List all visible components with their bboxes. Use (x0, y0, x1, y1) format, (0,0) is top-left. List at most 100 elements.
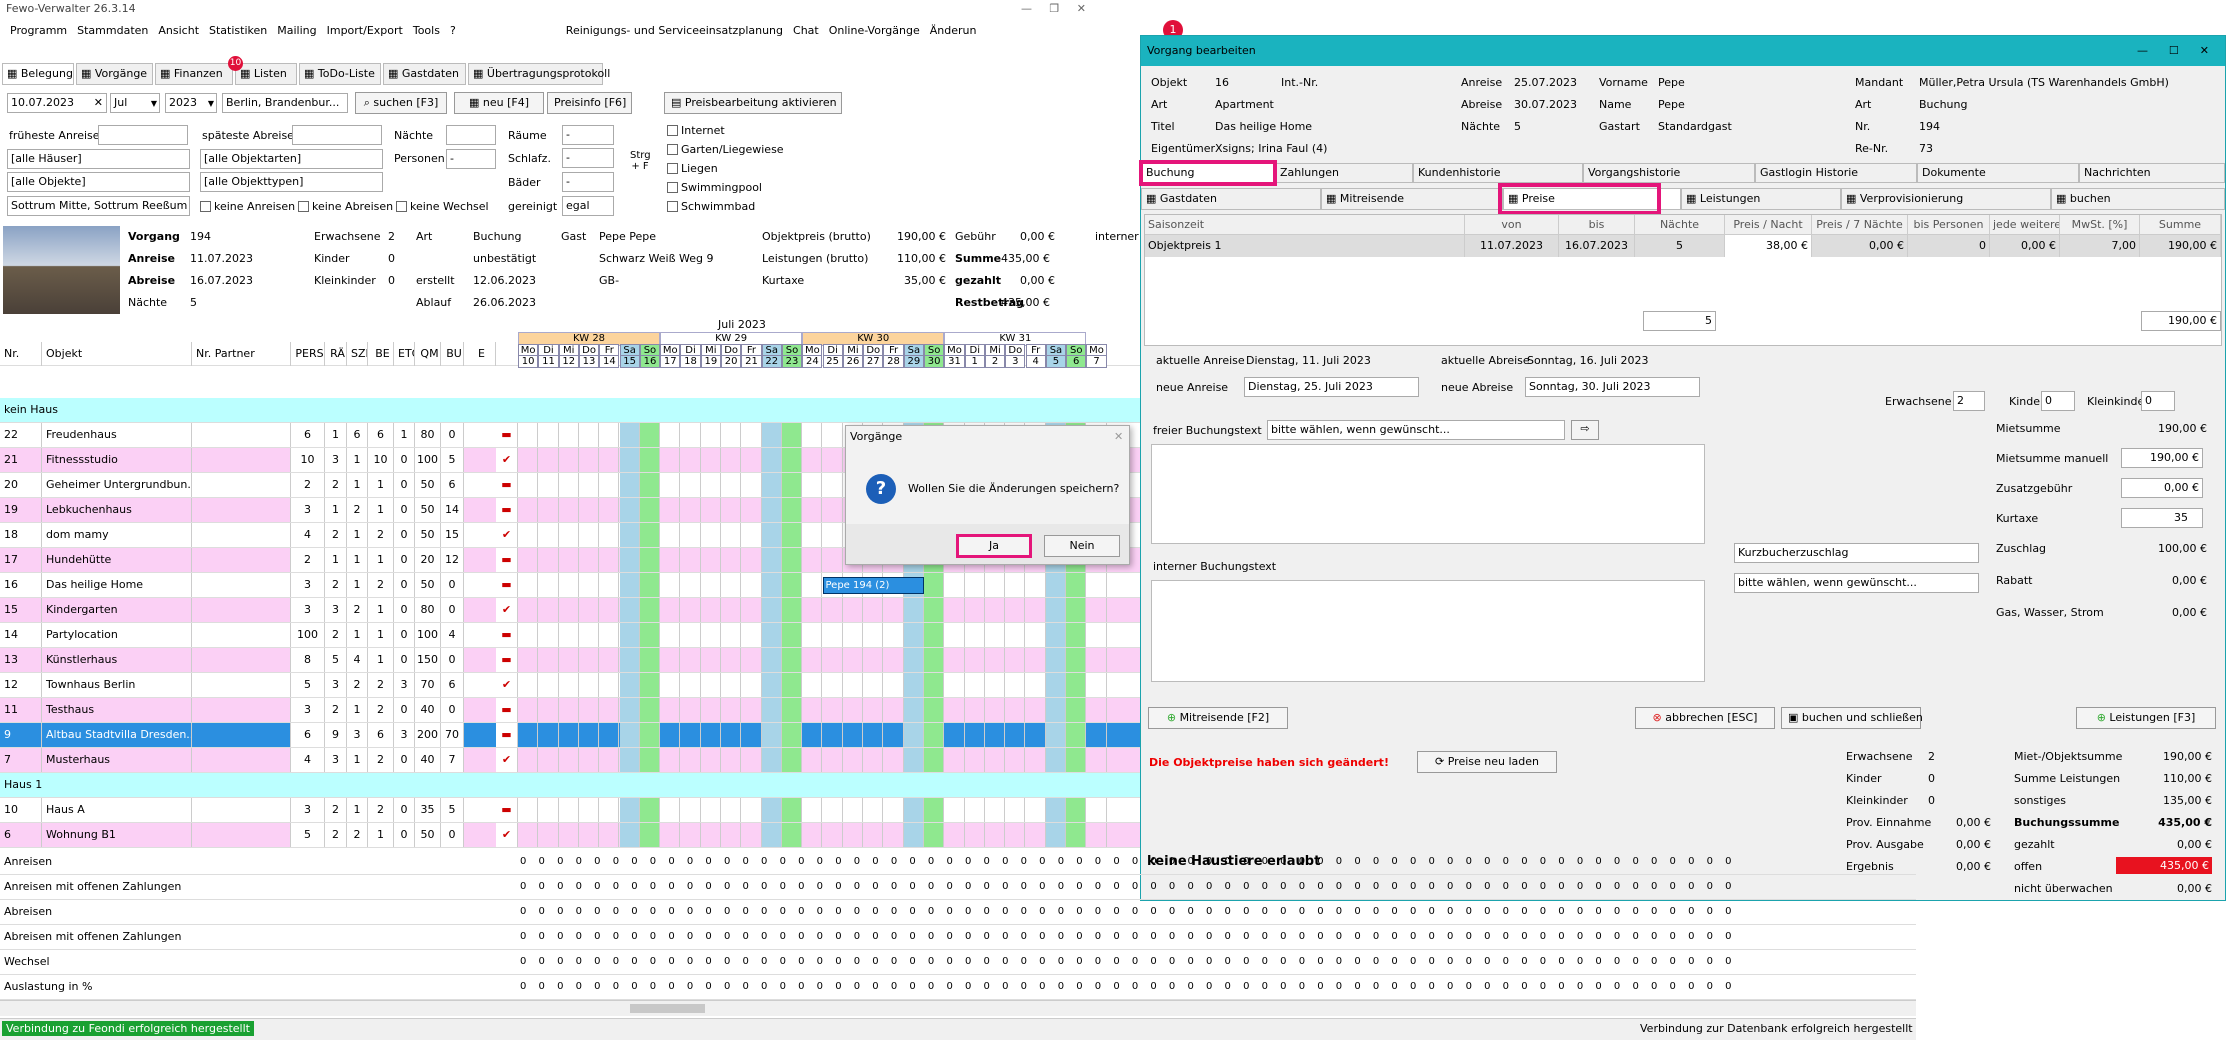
window-controls[interactable]: — ❐ ✕ (1021, 0, 1086, 18)
scrollbar-thumb[interactable] (630, 1004, 705, 1013)
calendar-cell[interactable] (680, 423, 701, 447)
w-subtab-3[interactable]: ▦ Leistungen (1681, 188, 1841, 210)
menu-item[interactable]: Import/Export (327, 24, 403, 37)
calendar-cell[interactable] (781, 748, 803, 772)
kurzbucher-select[interactable]: Kurzbucherzuschlag (1734, 543, 1979, 563)
calendar-cell[interactable] (924, 698, 945, 722)
calendar-cell[interactable] (903, 723, 924, 747)
calendar-cell[interactable] (823, 623, 843, 647)
menu-item[interactable]: Chat (793, 24, 819, 37)
price-col-header[interactable]: Preis / 7 Nächte (1812, 215, 1908, 235)
w-subtab-5[interactable]: ▦ buchen (2051, 188, 2225, 210)
calendar-cell[interactable] (721, 823, 742, 847)
calendar-cell[interactable] (680, 598, 701, 622)
calendar-cell[interactable] (559, 798, 579, 822)
feature-checkbox[interactable]: Schwimmbad (667, 200, 755, 213)
calendar-cell[interactable] (781, 548, 803, 572)
calendar-cell[interactable] (843, 623, 864, 647)
price-col-header[interactable]: Preis / Nacht (1725, 215, 1812, 235)
calendar-cell[interactable] (781, 798, 803, 822)
calendar-cell[interactable] (741, 598, 762, 622)
calendar-cell[interactable] (619, 798, 640, 822)
calendar-cell[interactable] (538, 573, 559, 597)
calendar-cell[interactable] (518, 648, 539, 672)
calendar-cell[interactable] (1086, 823, 1107, 847)
calendar-cell[interactable] (761, 573, 782, 597)
calendar-cell[interactable] (802, 523, 823, 547)
calendar-cell[interactable] (1045, 823, 1067, 847)
calendar-cell[interactable] (538, 448, 559, 472)
calendar-cell[interactable] (781, 423, 803, 447)
month-select[interactable]: Jul ▼ (110, 93, 160, 113)
calendar-cell[interactable] (781, 448, 803, 472)
calendar-cell[interactable] (701, 748, 721, 772)
calendar-cell[interactable] (1066, 648, 1087, 672)
calendar-cell[interactable] (518, 448, 539, 472)
abbrechen-button[interactable]: ⊗ abbrechen [ESC] (1635, 707, 1775, 729)
calendar-cell[interactable] (538, 823, 559, 847)
calendar-cell[interactable] (1026, 598, 1046, 622)
naechte-input[interactable] (446, 125, 496, 145)
calendar-cell[interactable] (1005, 598, 1026, 622)
menu-item[interactable]: Änderun (930, 24, 977, 37)
calendar-cell[interactable] (579, 798, 600, 822)
calendar-cell[interactable] (721, 548, 742, 572)
calendar-cell[interactable] (559, 623, 579, 647)
calendar-cell[interactable] (1005, 698, 1026, 722)
calendar-cell[interactable] (781, 698, 803, 722)
calendar-cell[interactable] (559, 823, 579, 847)
calendar-cell[interactable] (843, 698, 864, 722)
calendar-cell[interactable] (660, 723, 681, 747)
calendar-cell[interactable] (741, 423, 762, 447)
new-button[interactable]: ▦ neu [F4] (454, 92, 544, 114)
calendar-cells[interactable] (518, 798, 1140, 822)
calendar-cell[interactable] (1066, 698, 1087, 722)
calendar-cell[interactable] (639, 723, 661, 747)
price-col-header[interactable]: von (1465, 215, 1559, 235)
search-button[interactable]: ⌕ suchen [F3] (355, 92, 447, 114)
calendar-cell[interactable] (823, 723, 843, 747)
calendar-cell[interactable] (1086, 748, 1107, 772)
price-col-header[interactable]: Nächte (1635, 215, 1725, 235)
baeder-input[interactable]: - (562, 172, 614, 192)
calendar-cell[interactable] (1045, 623, 1067, 647)
calendar-cell[interactable] (863, 823, 884, 847)
calendar-cell[interactable] (619, 623, 640, 647)
booking-block[interactable]: Pepe 194 (2) (822, 577, 924, 594)
calendar-cell[interactable] (559, 448, 579, 472)
preisbearbeitung-button[interactable]: ▤ Preisbearbeitung aktivieren (664, 92, 842, 114)
calendar-cell[interactable] (741, 623, 762, 647)
calendar-cell[interactable] (802, 623, 823, 647)
tab-6[interactable]: ▦ Übertragungsprotokoll (468, 63, 610, 85)
calendar-cell[interactable] (802, 798, 823, 822)
calendar-cell[interactable] (883, 648, 904, 672)
mitreisende-button[interactable]: ⊕ Mitreisende [F2] (1148, 707, 1288, 729)
calendar-cell[interactable] (518, 798, 539, 822)
calendar-cell[interactable] (985, 748, 1006, 772)
window-buttons[interactable]: — ☐ ✕ (2137, 36, 2209, 66)
calendar-cell[interactable] (903, 648, 924, 672)
objektarten-select[interactable]: [alle Objektarten] (200, 149, 383, 169)
calendar-cell[interactable] (721, 723, 742, 747)
calendar-cell[interactable] (741, 823, 762, 847)
calendar-cells[interactable] (518, 698, 1140, 722)
calendar-cell[interactable] (1005, 798, 1026, 822)
calendar-cell[interactable] (863, 648, 884, 672)
calendar-cell[interactable] (680, 573, 701, 597)
calendar-cell[interactable] (843, 648, 864, 672)
calendar-cell[interactable] (741, 673, 762, 697)
calendar-cell[interactable] (619, 498, 640, 522)
calendar-cell[interactable] (579, 723, 600, 747)
tab-5[interactable]: ▦ Gastdaten (383, 63, 466, 85)
horizontal-scrollbar[interactable] (0, 1000, 1916, 1016)
calendar-cells[interactable] (518, 823, 1140, 847)
menu-item[interactable]: Mailing (277, 24, 316, 37)
calendar-cell[interactable] (599, 473, 620, 497)
calendar-cell[interactable] (863, 748, 884, 772)
calendar-cell[interactable] (944, 623, 965, 647)
calendar-cell[interactable] (1066, 673, 1087, 697)
grid-col-header[interactable]: QM (415, 342, 441, 366)
calendar-cell[interactable] (985, 673, 1006, 697)
calendar-cell[interactable] (741, 648, 762, 672)
calendar-cell[interactable] (863, 673, 884, 697)
